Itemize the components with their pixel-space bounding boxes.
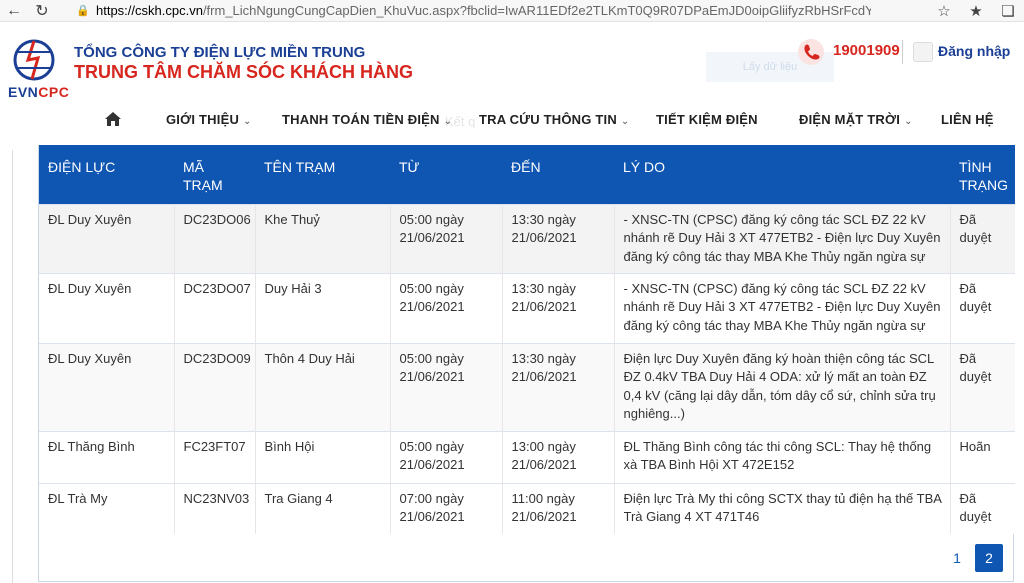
column-header[interactable]: TỪ	[390, 145, 502, 204]
back-icon[interactable]: ←	[0, 0, 28, 22]
nav-item-tiet-kiem[interactable]: TIẾT KIỆM ĐIỆN	[656, 112, 758, 127]
cell-ma-tram: NC23NV03	[174, 482, 256, 534]
collections-icon[interactable]: ❏	[992, 0, 1024, 22]
cell-tinh-trang: Đã duyệt	[950, 482, 1015, 534]
cell-den: 13:00 ngày 21/06/2021	[502, 430, 615, 483]
page-left-border	[12, 150, 13, 583]
table-row: ĐL Duy Xuyên DC23DO09 Thôn 4 Duy Hải 05:…	[39, 342, 1015, 431]
column-header[interactable]: ĐẾN	[502, 145, 614, 204]
cell-tu: 05:00 ngày 21/06/2021	[390, 342, 503, 431]
cell-tinh-trang: Đã duyệt	[950, 272, 1015, 343]
table-row: ĐL Duy Xuyên DC23DO07 Duy Hải 3 05:00 ng…	[39, 272, 1015, 343]
cell-dien-luc: ĐL Trà My	[39, 482, 175, 534]
cell-dien-luc: ĐL Duy Xuyên	[39, 272, 175, 343]
site-header: EVNCPC TỔNG CÔNG TY ĐIỆN LỰC MIỀN TRUNG …	[0, 22, 1024, 102]
column-header[interactable]: ĐIỆN LỰC	[39, 145, 174, 204]
cell-tinh-trang: Hoãn	[950, 430, 1015, 483]
cell-ten-tram: Bình Hội	[255, 430, 391, 483]
cell-ten-tram: Thôn 4 Duy Hải	[255, 342, 391, 431]
cell-tu: 05:00 ngày 21/06/2021	[390, 272, 503, 343]
login-link[interactable]: Đăng nhập	[938, 43, 1010, 59]
cell-tu: 07:00 ngày 21/06/2021	[390, 482, 503, 534]
chevron-down-icon: ⌄	[443, 116, 453, 127]
nav-item-gioi-thieu[interactable]: GIỚI THIỆU ⌄	[166, 112, 252, 127]
cell-dien-luc: ĐL Duy Xuyên	[39, 203, 175, 273]
cell-tu: 05:00 ngày 21/06/2021	[390, 430, 503, 483]
cell-ma-tram: DC23DO07	[174, 272, 256, 343]
cell-ly-do: - XNSC-TN (CPSC) đăng ký công tác SCL ĐZ…	[614, 272, 951, 343]
cell-den: 13:30 ngày 21/06/2021	[502, 203, 615, 273]
cell-tu: 05:00 ngày 21/06/2021	[390, 203, 503, 273]
address-bar[interactable]: 🔒 https://cskh.cpc.vn/frm_LichNgungCungC…	[76, 1, 928, 21]
user-avatar-icon	[913, 42, 933, 62]
table-row: ĐL Duy Xuyên DC23DO06 Khe Thuỷ 05:00 ngà…	[39, 203, 1015, 273]
logo-wordmark: EVNCPC	[8, 84, 70, 100]
page-link-2-active[interactable]: 2	[975, 544, 1003, 572]
column-header[interactable]: LÝ DO	[614, 145, 950, 204]
cell-ten-tram: Tra Giang 4	[255, 482, 391, 534]
favorites-icon[interactable]: ★	[960, 0, 992, 22]
nav-item-thanh-toan[interactable]: THANH TOÁN TIỀN ĐIỆN ⌄	[282, 112, 452, 127]
column-header[interactable]: TÌNH TRẠNG	[950, 145, 1015, 204]
table-row: ĐL Trà My NC23NV03 Tra Giang 4 07:00 ngà…	[39, 482, 1015, 534]
reload-icon[interactable]: ↻	[28, 0, 56, 22]
home-icon[interactable]	[104, 111, 122, 127]
cell-tinh-trang: Đã duyệt	[950, 203, 1015, 273]
cell-den: 11:00 ngày 21/06/2021	[502, 482, 615, 534]
chevron-down-icon: ⌄	[620, 116, 630, 127]
cell-dien-luc: ĐL Thăng Bình	[39, 430, 175, 483]
org-name: TỔNG CÔNG TY ĐIỆN LỰC MIỀN TRUNG	[74, 44, 366, 61]
cell-ma-tram: FC23FT07	[174, 430, 256, 483]
evn-logo-icon[interactable]	[8, 38, 68, 86]
cell-ten-tram: Duy Hải 3	[255, 272, 391, 343]
cell-dien-luc: ĐL Duy Xuyên	[39, 342, 175, 431]
favorite-add-icon[interactable]: ☆	[928, 0, 960, 22]
cell-tinh-trang: Đã duyệt	[950, 342, 1015, 431]
pagination: 1 2	[943, 544, 1003, 572]
column-header[interactable]: TÊN TRẠM	[255, 145, 390, 204]
chevron-down-icon: ⌄	[243, 116, 252, 127]
phone-icon	[798, 39, 824, 65]
main-navigation: Kết q GIỚI THIỆU ⌄ THANH TOÁN TIỀN ĐIỆN ⌄ …	[0, 102, 1024, 138]
cell-ly-do: Điện lực Duy Xuyên đăng ký hoàn thiện cô…	[614, 342, 951, 431]
header-divider	[902, 40, 903, 64]
nav-item-lien-he[interactable]: LIÊN HỆ	[941, 112, 994, 127]
cell-ma-tram: DC23DO09	[174, 342, 256, 431]
outage-schedule-table: ĐIỆN LỰC MÃ TRẠM TÊN TRẠM TỪ ĐẾN LÝ DO T…	[38, 145, 1015, 582]
cell-ly-do: ĐL Thăng Bình công tác thi công SCL: Tha…	[614, 430, 951, 483]
table-header-row: ĐIỆN LỰC MÃ TRẠM TÊN TRẠM TỪ ĐẾN LÝ DO T…	[39, 145, 1015, 204]
browser-toolbar: ← ↻ 🔒 https://cskh.cpc.vn/frm_LichNgungC…	[0, 0, 1024, 22]
cell-den: 13:30 ngày 21/06/2021	[502, 272, 615, 343]
cell-ly-do: Điện lực Trà My thi công SCTX thay tủ đi…	[614, 482, 951, 534]
table-row: ĐL Thăng Bình FC23FT07 Bình Hội 05:00 ng…	[39, 430, 1015, 483]
cell-den: 13:30 ngày 21/06/2021	[502, 342, 615, 431]
cell-ly-do: - XNSC-TN (CPSC) đăng ký công tác SCL ĐZ…	[614, 203, 951, 273]
url-text: https://cskh.cpc.vn/frm_LichNgungCungCap…	[96, 3, 871, 18]
page-link-1[interactable]: 1	[943, 544, 971, 572]
hotline-number[interactable]: 19001909	[833, 42, 900, 59]
cell-ten-tram: Khe Thuỷ	[255, 203, 391, 273]
cell-ma-tram: DC23DO06	[174, 203, 256, 273]
lock-icon: 🔒	[76, 5, 90, 17]
nav-item-tra-cuu[interactable]: TRA CỨU THÔNG TIN ⌄	[479, 112, 630, 127]
nav-item-dien-mat-troi[interactable]: ĐIỆN MẶT TRỜI ⌄	[799, 112, 913, 127]
column-header[interactable]: MÃ TRẠM	[174, 145, 255, 204]
center-name: TRUNG TÂM CHĂM SÓC KHÁCH HÀNG	[74, 62, 413, 82]
chevron-down-icon: ⌄	[904, 116, 913, 127]
